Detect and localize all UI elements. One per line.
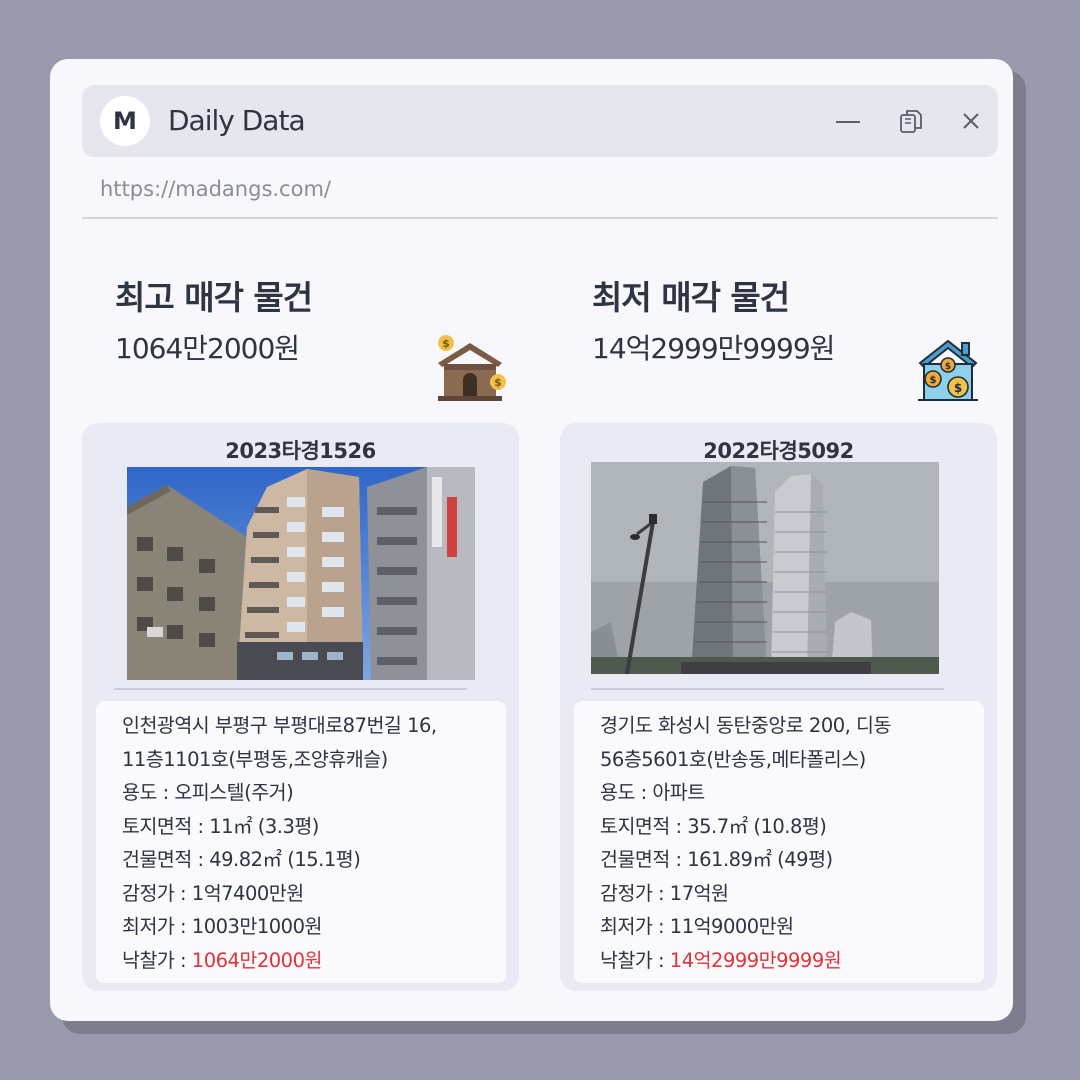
property-info: 인천광역시 부평구 부평대로87번길 16, 11층1101호(부평동,조양휴캐… bbox=[96, 701, 506, 983]
card-divider bbox=[591, 688, 944, 690]
page-url[interactable]: https://madangs.com/ bbox=[100, 177, 331, 201]
app-window: M Daily Data https://madangs.com/ 최고 매각 … bbox=[50, 59, 1013, 1021]
highest-sale-price: 1064만2000원 bbox=[115, 332, 300, 365]
appraisal-price: 감정가 : 17억원 bbox=[600, 881, 729, 905]
usage: 용도 : 아파트 bbox=[600, 781, 705, 804]
svg-text:$: $ bbox=[930, 375, 937, 386]
card-divider bbox=[114, 688, 467, 690]
close-button[interactable] bbox=[957, 107, 985, 135]
winning-bid-value: 14억2999만9999원 bbox=[669, 948, 842, 972]
copy-button[interactable] bbox=[897, 107, 925, 135]
house-coins-icon: $ $ $ bbox=[918, 339, 978, 401]
building-area: 건물면적 : 49.82㎡ (15.1평) bbox=[122, 848, 361, 871]
case-number: 2022타경5092 bbox=[703, 439, 854, 463]
copy-icon bbox=[900, 110, 922, 133]
svg-text:$: $ bbox=[442, 337, 450, 350]
svg-text:$: $ bbox=[494, 376, 502, 389]
lowest-sale-card[interactable]: 2022타경5092 경기도 화성시 동탄중앙로 200, 디동 56층5601… bbox=[560, 423, 997, 991]
minimum-price: 최저가 : 11억9000만원 bbox=[600, 915, 794, 938]
close-icon bbox=[963, 113, 979, 129]
building-area: 건물면적 : 161.89㎡ (49평) bbox=[600, 848, 833, 871]
minimize-button[interactable] bbox=[834, 107, 862, 135]
land-area: 토지면적 : 11㎡ (3.3평) bbox=[122, 814, 319, 838]
winning-bid-label: 낙찰가 : bbox=[600, 948, 670, 972]
property-photo bbox=[591, 462, 939, 674]
minimize-icon bbox=[836, 121, 860, 123]
address-line-1: 경기도 화성시 동탄중앙로 200, 디동 bbox=[600, 714, 891, 737]
winning-bid: 낙찰가 : 1064만2000원 bbox=[122, 944, 506, 978]
property-photo bbox=[127, 467, 475, 680]
property-info: 경기도 화성시 동탄중앙로 200, 디동 56층5601호(반송동,메타폴리스… bbox=[574, 701, 984, 983]
winning-bid-value: 1064만2000원 bbox=[191, 948, 323, 972]
svg-text:$: $ bbox=[945, 362, 951, 372]
winning-bid-label: 낙찰가 : bbox=[122, 948, 192, 972]
address-line-2: 56층5601호(반송동,메타폴리스) bbox=[600, 747, 866, 771]
app-logo: M bbox=[100, 96, 150, 146]
lowest-sale-price: 14억2999만9999원 bbox=[592, 332, 835, 365]
appraisal-price: 감정가 : 1억7400만원 bbox=[122, 881, 304, 905]
address-line-2: 11층1101호(부평동,조양휴캐슬) bbox=[122, 747, 388, 771]
winning-bid: 낙찰가 : 14억2999만9999원 bbox=[600, 944, 984, 978]
highest-sale-card[interactable]: 2023타경1526 인천광역시 부평구 부평대로87번길 16, 11층110… bbox=[82, 423, 519, 991]
url-divider bbox=[82, 217, 998, 219]
app-title: Daily Data bbox=[168, 104, 306, 137]
highest-sale-heading: 최고 매각 물건 bbox=[115, 278, 313, 317]
case-number: 2023타경1526 bbox=[225, 439, 376, 463]
land-area: 토지면적 : 35.7㎡ (10.8평) bbox=[600, 814, 827, 838]
house-money-icon: $ $ bbox=[438, 335, 506, 401]
minimum-price: 최저가 : 1003만1000원 bbox=[122, 915, 322, 938]
lowest-sale-heading: 최저 매각 물건 bbox=[592, 278, 790, 317]
title-bar: M Daily Data bbox=[82, 85, 998, 157]
svg-text:$: $ bbox=[954, 381, 962, 395]
usage: 용도 : 오피스텔(주거) bbox=[122, 781, 294, 804]
address-line-1: 인천광역시 부평구 부평대로87번길 16, bbox=[122, 714, 437, 737]
